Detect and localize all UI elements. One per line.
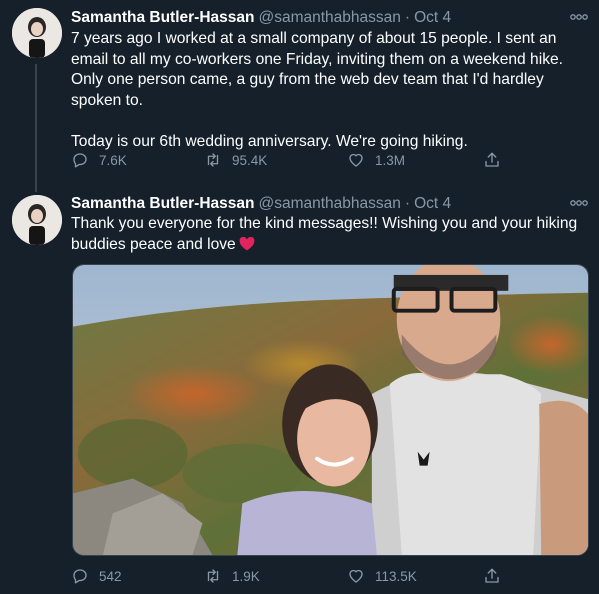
- retweet-button[interactable]: 95.4K: [204, 150, 267, 170]
- author-name[interactable]: Samantha Butler-Hassan: [71, 195, 254, 212]
- retweet-icon: [207, 569, 219, 583]
- like-button[interactable]: 113.5K: [347, 566, 417, 586]
- share-button[interactable]: [483, 566, 511, 586]
- tweet-paragraph: Today is our 6th wedding anniversary. We…: [71, 132, 468, 150]
- retweet-count: 1.9K: [232, 568, 260, 584]
- tweet[interactable]: Samantha Butler-Hassan @samanthabhassan · O…: [0, 0, 599, 192]
- red-heart-emoji-icon: [239, 236, 255, 250]
- separator: ·: [404, 9, 411, 26]
- retweet-count: 95.4K: [232, 152, 268, 168]
- like-count: 1.3M: [375, 152, 406, 168]
- tweet[interactable]: Samantha Butler-Hassan @samanthabhassan · O…: [0, 185, 599, 594]
- tweet-paragraph-text: Thank you everyone for the kind messages…: [71, 215, 578, 253]
- author-handle[interactable]: @samanthabhassan: [258, 9, 400, 26]
- separator: ·: [404, 195, 411, 212]
- tweet-text: 7 years ago I worked at a small company …: [71, 29, 586, 152]
- share-button[interactable]: [483, 150, 511, 170]
- tweet-date[interactable]: Oct 4: [414, 9, 451, 26]
- reply-button[interactable]: 7.6K: [71, 150, 127, 170]
- avatar[interactable]: [12, 8, 62, 58]
- reply-count: 542: [99, 568, 122, 584]
- retweet-icon: [207, 153, 219, 167]
- author-handle[interactable]: @samanthabhassan: [258, 195, 400, 212]
- avatar[interactable]: [12, 195, 62, 245]
- tweet-actions: 7.6K 95.4K 1.3M: [71, 150, 511, 170]
- share-icon: [485, 568, 499, 583]
- reply-icon: [73, 153, 87, 168]
- heart-icon: [349, 569, 363, 583]
- tweet-actions: 542 1.9K 113.5K: [71, 566, 511, 586]
- like-count: 113.5K: [375, 568, 417, 584]
- tweet-date[interactable]: Oct 4: [414, 195, 451, 212]
- like-button[interactable]: 1.3M: [347, 150, 405, 170]
- tweet-text: Thank you everyone for the kind messages…: [71, 214, 586, 255]
- share-icon: [485, 152, 499, 167]
- tweet-header: Samantha Butler-Hassan @samanthabhassan · O…: [71, 194, 451, 214]
- heart-icon: [349, 153, 363, 167]
- tweet-paragraph: Thank you everyone for the kind messages…: [71, 214, 586, 255]
- more-icon[interactable]: [569, 10, 589, 22]
- tweet-paragraph: 7 years ago I worked at a small company …: [71, 30, 563, 109]
- reply-button[interactable]: 542: [71, 566, 122, 586]
- thread-connector: [35, 64, 37, 192]
- author-name[interactable]: Samantha Butler-Hassan: [71, 9, 254, 26]
- reply-count: 7.6K: [99, 152, 127, 168]
- retweet-button[interactable]: 1.9K: [204, 566, 260, 586]
- tweet-photo[interactable]: [72, 264, 589, 556]
- more-icon[interactable]: [569, 196, 589, 208]
- tweet-header: Samantha Butler-Hassan @samanthabhassan · O…: [71, 8, 451, 28]
- tweet-thread: Samantha Butler-Hassan @samanthabhassan · O…: [0, 0, 599, 594]
- reply-icon: [73, 569, 87, 584]
